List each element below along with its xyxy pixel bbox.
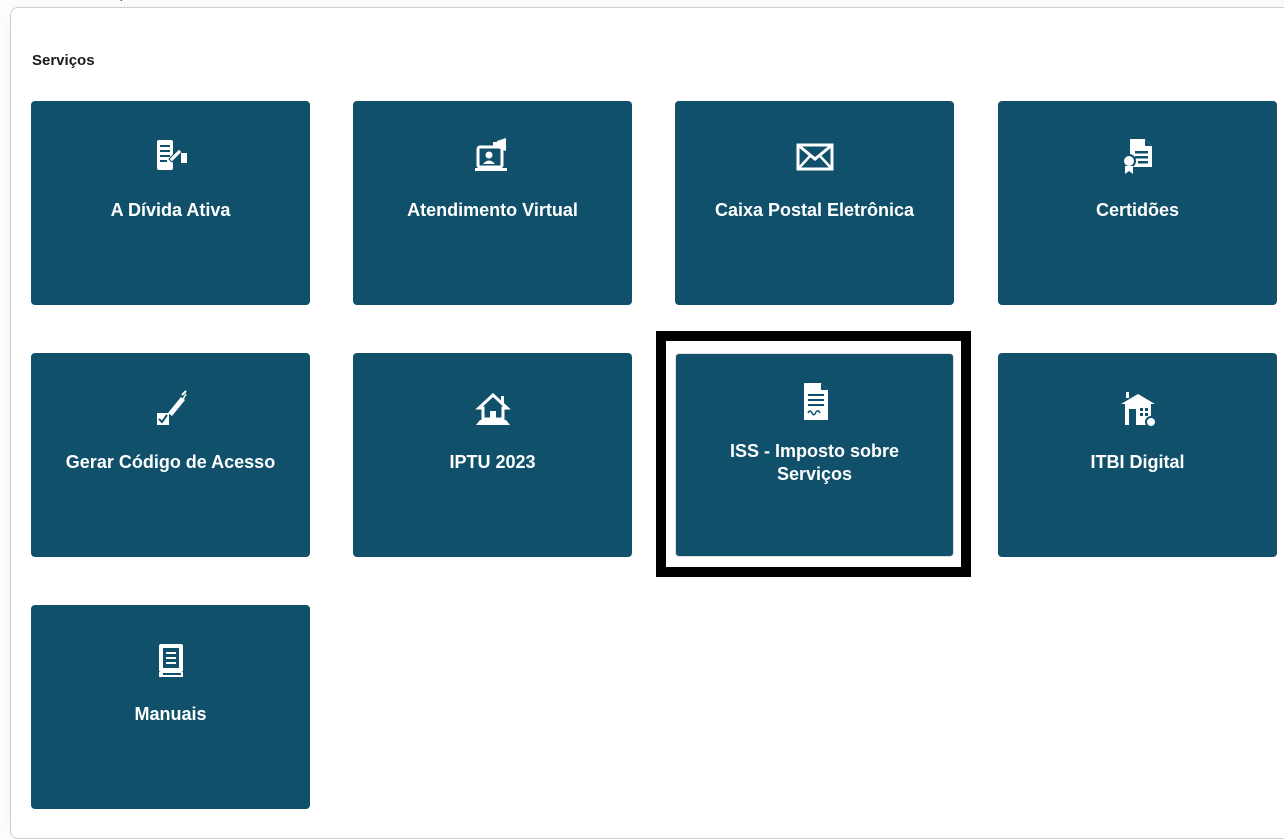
tile-gerar-codigo[interactable]: Gerar Código de Acesso <box>31 353 310 557</box>
tile-iss[interactable]: ISS - Imposto sobre Serviços <box>675 353 954 557</box>
tile-label: Manuais <box>134 704 207 724</box>
tile-caixa-postal[interactable]: Caixa Postal Eletrônica <box>675 101 954 305</box>
building-icon <box>1118 389 1158 429</box>
virtual-support-icon <box>473 137 513 177</box>
house-icon <box>473 389 513 429</box>
tile-certidoes[interactable]: Certidões <box>998 101 1277 305</box>
section-title: Serviços <box>32 52 95 69</box>
tile-atendimento-virtual[interactable]: Atendimento Virtual <box>353 101 632 305</box>
tile-label: Atendimento Virtual <box>407 200 578 220</box>
tile-label: Caixa Postal Eletrônica <box>714 200 915 220</box>
tile-itbi-digital[interactable]: ITBI Digital <box>998 353 1277 557</box>
manual-book-icon <box>151 641 191 681</box>
checkbox-pen-icon <box>151 389 191 429</box>
tile-iptu-2023[interactable]: IPTU 2023 <box>353 353 632 557</box>
certificate-icon <box>1118 137 1158 177</box>
cut-off-header-text: ç <box>120 0 126 1</box>
tile-label: Certidões <box>1095 200 1180 220</box>
tile-label: ISS - Imposto sobre Serviços <box>729 441 900 484</box>
debt-document-icon <box>151 137 191 177</box>
tile-label: A Dívida Ativa <box>110 200 231 220</box>
tile-label: Gerar Código de Acesso <box>65 452 276 472</box>
tile-label: IPTU 2023 <box>449 452 536 472</box>
signed-document-icon <box>795 382 835 422</box>
tile-divida-ativa[interactable]: A Dívida Ativa <box>31 101 310 305</box>
envelope-icon <box>795 137 835 177</box>
tile-manuais[interactable]: Manuais <box>31 605 310 809</box>
tile-label: ITBI Digital <box>1090 452 1185 472</box>
